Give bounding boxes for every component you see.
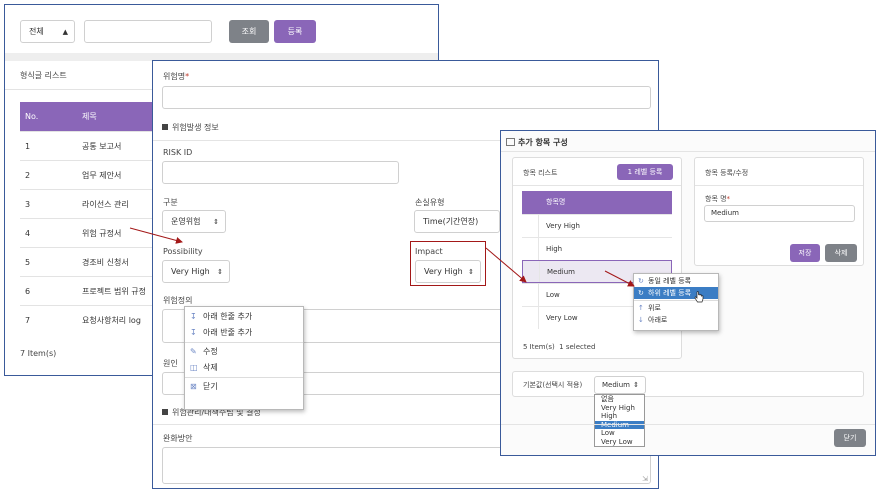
annotation-arrows <box>129 227 635 287</box>
annotation-arrow-impact <box>485 247 527 283</box>
annotation-arrow-row <box>129 227 183 244</box>
annotation-arrow-item <box>604 270 635 287</box>
